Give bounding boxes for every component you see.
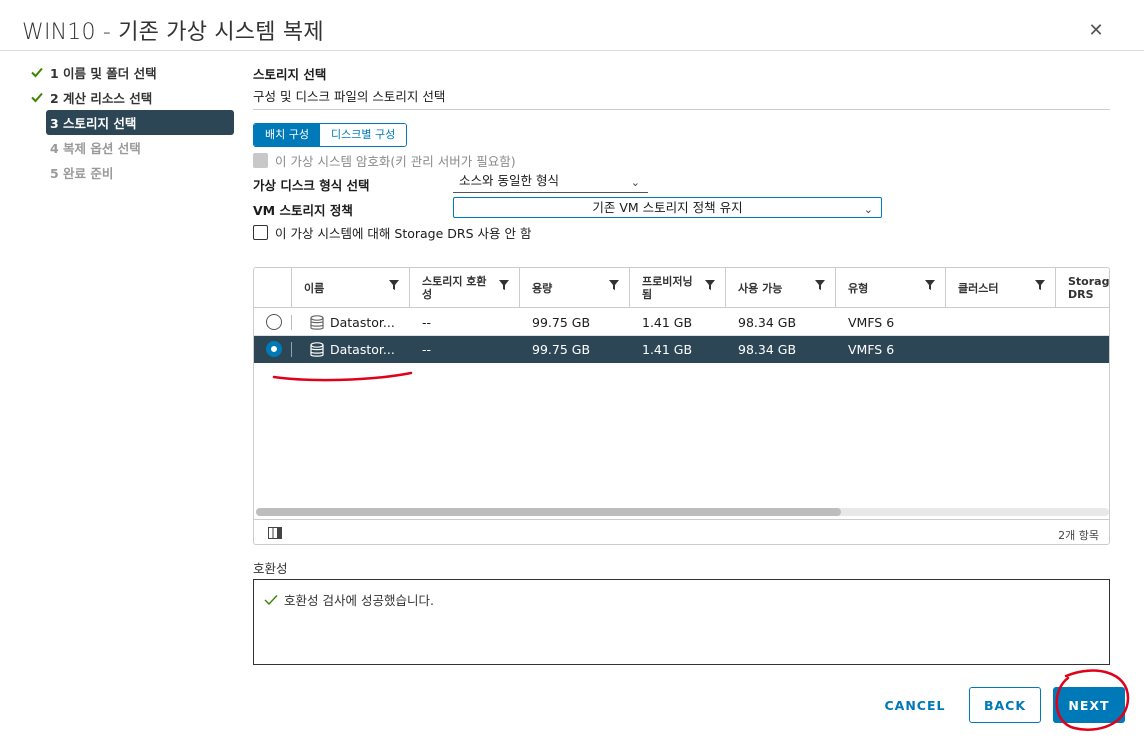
check-icon — [31, 92, 43, 103]
disk-format-value: 소스와 동일한 형식 — [459, 173, 559, 188]
drs-option[interactable]: 이 가상 시스템에 대해 Storage DRS 사용 안 함 — [253, 223, 531, 242]
title-divider — [0, 50, 1144, 51]
check-icon — [264, 594, 278, 605]
filter-icon[interactable] — [705, 280, 715, 290]
cell-capacity: 99.75 GB — [532, 342, 591, 357]
close-icon[interactable]: ✕ — [1087, 22, 1105, 40]
column-label: 사용 가능 — [738, 281, 783, 295]
scrollbar-thumb[interactable] — [256, 508, 841, 516]
encrypt-label: 이 가상 시스템 암호화(키 관리 서버가 필요함) — [275, 154, 516, 169]
cell-compat: -- — [422, 342, 432, 357]
item-count: 2개 항목 — [1058, 529, 1099, 542]
vm-policy-label: VM 스토리지 정책 — [253, 203, 353, 218]
column-label: 프로비저닝 됨 — [642, 275, 693, 301]
step-1[interactable]: 1 이름 및 폴더 선택 — [28, 60, 234, 85]
disk-format-label: 가상 디스크 형식 선택 — [253, 178, 370, 193]
step-5: 5 완료 준비 — [28, 160, 234, 185]
row-radio[interactable] — [266, 314, 282, 330]
compat-panel: 호환성 검사에 성공했습니다. — [253, 579, 1110, 665]
cell-type: VMFS 6 — [848, 342, 895, 357]
grid-footer: 2개 항목 — [254, 519, 1109, 544]
page-title: 스토리지 선택 — [253, 67, 327, 82]
select-column-header — [254, 268, 292, 308]
back-button[interactable]: BACK — [969, 687, 1041, 723]
drs-label: 이 가상 시스템에 대해 Storage DRS 사용 안 함 — [275, 226, 532, 241]
column-label: StorageDRS — [1068, 275, 1110, 301]
tab-batch-config[interactable]: 배치 구성 — [254, 124, 320, 146]
vm-policy-value: 기존 VM 스토리지 정책 유지 — [592, 200, 743, 215]
filter-icon[interactable] — [389, 280, 399, 290]
chevron-down-icon: ⌄ — [630, 176, 640, 189]
column-label: 유형 — [848, 281, 869, 295]
next-button[interactable]: NEXT — [1053, 687, 1125, 723]
filter-icon[interactable] — [925, 280, 935, 290]
drs-checkbox[interactable] — [253, 225, 268, 240]
filter-icon[interactable] — [815, 280, 825, 290]
row-radio[interactable] — [266, 341, 282, 357]
step-3[interactable]: 3 스토리지 선택 — [46, 110, 234, 135]
table-row[interactable]: Datastor... -- 99.75 GB 1.41 GB 98.34 GB… — [254, 336, 1109, 363]
step-label: 5 완료 준비 — [50, 166, 114, 181]
column-header-provisioned[interactable]: 프로비저닝 됨 — [630, 268, 726, 308]
cell-provisioned: 1.41 GB — [642, 315, 693, 330]
encrypt-option: 이 가상 시스템 암호화(키 관리 서버가 필요함) — [253, 151, 516, 170]
wizard-steps: 1 이름 및 폴더 선택 2 계산 리소스 선택 3 스토리지 선택 4 복제 … — [28, 60, 234, 185]
cell-provisioned: 1.41 GB — [642, 342, 693, 357]
table-row[interactable]: Datastor... -- 99.75 GB 1.41 GB 98.34 GB… — [254, 309, 1109, 336]
horizontal-scrollbar[interactable] — [256, 508, 1109, 516]
cell-capacity: 99.75 GB — [532, 315, 591, 330]
step-4: 4 복제 옵션 선택 — [28, 135, 234, 160]
cancel-button[interactable]: CANCEL — [875, 687, 955, 723]
column-label: 이름 — [304, 281, 325, 295]
filter-icon[interactable] — [1035, 280, 1045, 290]
compat-message: 호환성 검사에 성공했습니다. — [264, 590, 434, 609]
datastore-grid: 이름 스토리지 호환 성 용량 프로비저닝 됨 사용 가능 유형 클러스터 St… — [253, 267, 1110, 545]
step-label: 4 복제 옵션 선택 — [50, 141, 141, 156]
step-label: 2 계산 리소스 선택 — [50, 91, 153, 106]
column-label: 용량 — [532, 281, 553, 295]
dialog-title: WIN10 - 기존 가상 시스템 복제 — [22, 20, 324, 45]
page-subtitle: 구성 및 디스크 파일의 스토리지 선택 — [253, 89, 446, 104]
step-label: 1 이름 및 폴더 선택 — [50, 66, 157, 81]
tab-per-disk-config[interactable]: 디스크별 구성 — [319, 124, 407, 146]
step-label: 3 스토리지 선택 — [50, 116, 137, 131]
encrypt-checkbox — [253, 153, 268, 168]
filter-icon[interactable] — [499, 280, 509, 290]
cell-name: Datastor... — [330, 315, 395, 330]
column-header-free[interactable]: 사용 가능 — [726, 268, 836, 308]
vm-policy-select[interactable]: 기존 VM 스토리지 정책 유지 ⌄ — [453, 197, 882, 218]
column-label: 클러스터 — [958, 281, 999, 295]
compat-label: 호환성 — [253, 561, 288, 576]
column-label: 스토리지 호환 성 — [422, 275, 487, 301]
check-icon — [31, 67, 43, 78]
cell-free: 98.34 GB — [738, 342, 797, 357]
column-header-compat[interactable]: 스토리지 호환 성 — [410, 268, 520, 308]
chevron-down-icon: ⌄ — [863, 203, 873, 216]
header-divider — [253, 109, 1110, 110]
config-tabs: 배치 구성 디스크별 구성 — [253, 123, 408, 147]
column-header-storage-drs[interactable]: StorageDRS — [1056, 268, 1110, 308]
cell-free: 98.34 GB — [738, 315, 797, 330]
cell-compat: -- — [422, 315, 432, 330]
compat-message-text: 호환성 검사에 성공했습니다. — [284, 593, 434, 608]
column-header-cluster[interactable]: 클러스터 — [946, 268, 1056, 308]
disk-format-select[interactable]: 소스와 동일한 형식 ⌄ — [453, 171, 648, 193]
grid-header: 이름 스토리지 호환 성 용량 프로비저닝 됨 사용 가능 유형 클러스터 St… — [254, 268, 1110, 308]
cell-type: VMFS 6 — [848, 315, 895, 330]
column-header-name[interactable]: 이름 — [292, 268, 410, 308]
column-toggle-icon[interactable] — [268, 527, 282, 539]
column-header-type[interactable]: 유형 — [836, 268, 946, 308]
step-2[interactable]: 2 계산 리소스 선택 — [28, 85, 234, 110]
cell-name: Datastor... — [330, 342, 395, 357]
column-header-capacity[interactable]: 용량 — [520, 268, 630, 308]
filter-icon[interactable] — [609, 280, 619, 290]
